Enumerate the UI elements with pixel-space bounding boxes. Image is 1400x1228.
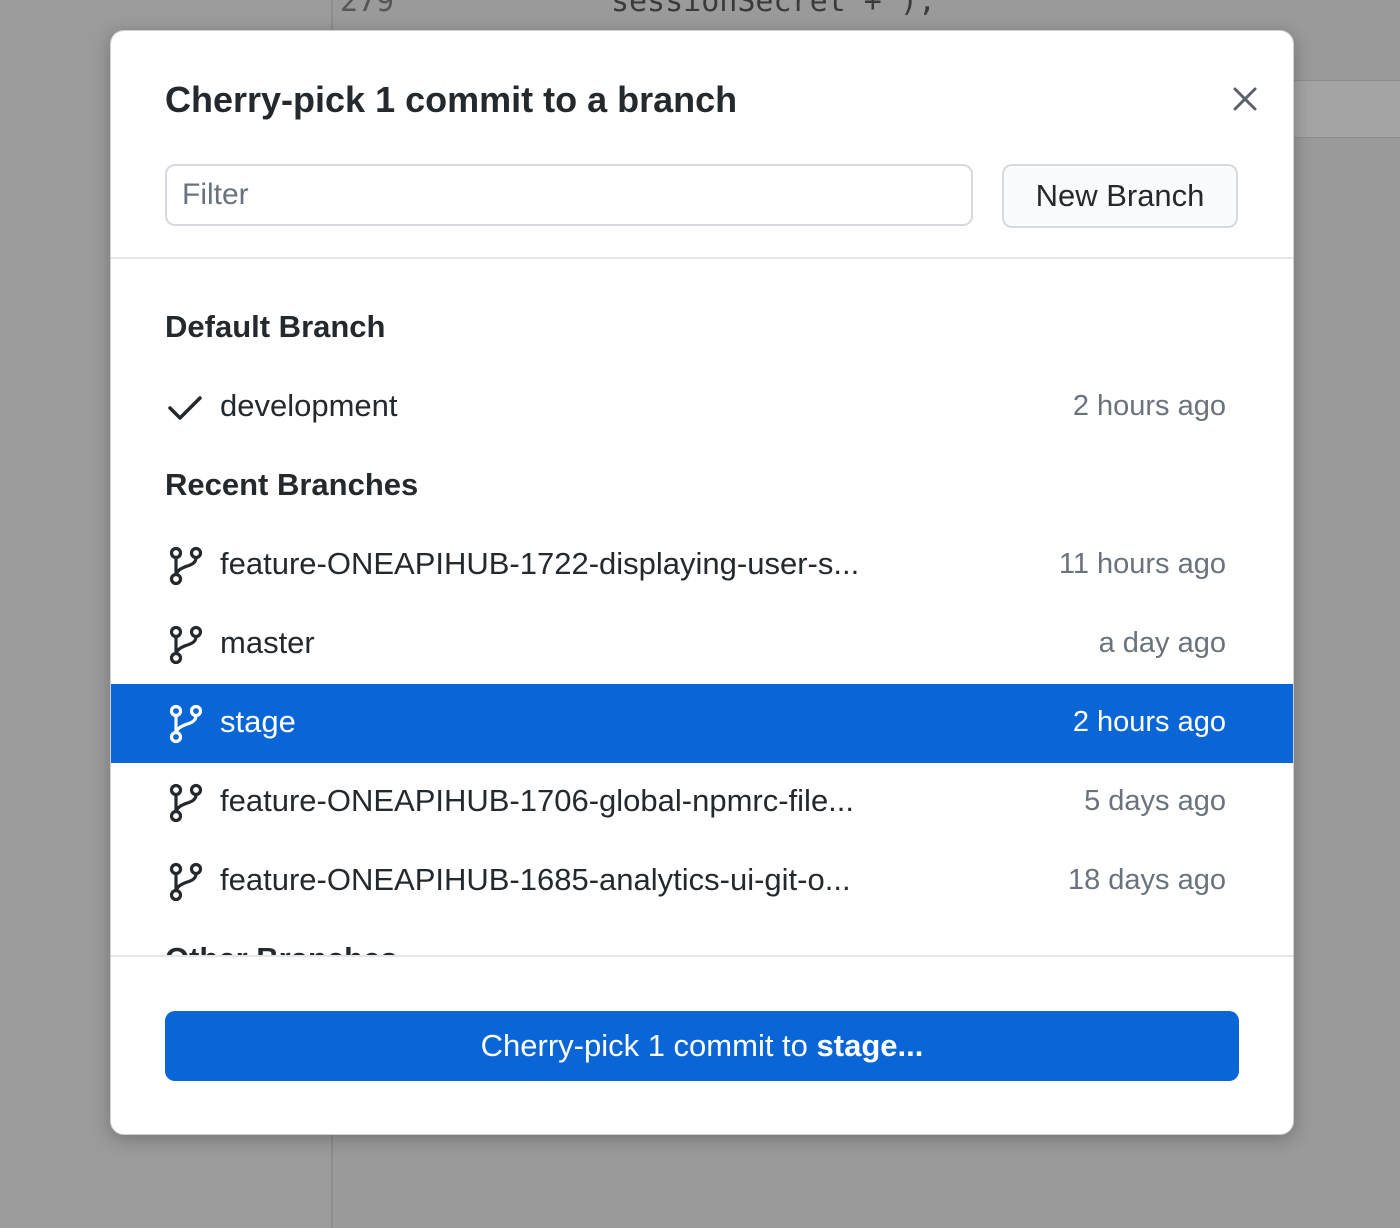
branch-time: 11 hours ago [1058,548,1226,580]
branch-name: master [220,625,315,660]
branch-time: 18 days ago [1067,864,1226,896]
branch-name: feature-ONEAPIHUB-1722-displaying-user-s… [220,546,860,581]
new-branch-button[interactable]: New Branch [1002,164,1238,228]
filter-input[interactable] [165,164,973,226]
background-code-line: 279 sessionSecret'+'), [340,0,936,19]
git-branch-icon [167,704,205,744]
check-icon [167,388,205,428]
git-branch-icon [167,625,205,665]
branch-name: feature-ONEAPIHUB-1706-global-npmrc-file… [220,783,855,818]
cherry-pick-submit-button[interactable]: Cherry-pick 1 commit to stage... [165,1011,1239,1081]
line-number: 279 [340,0,395,19]
code-text: sessionSecret'+'), [610,0,937,19]
branch-row-recent-0[interactable]: feature-ONEAPIHUB-1722-displaying-user-s… [111,526,1293,605]
branch-time: 5 days ago [1084,785,1226,817]
dialog-header: Cherry-pick 1 commit to a branch New Bra… [111,31,1293,259]
close-icon [1233,87,1257,111]
branch-time: 2 hours ago [1072,706,1226,738]
branch-row-default[interactable]: development 2 hours ago [111,368,1293,447]
branch-time: 2 hours ago [1072,390,1226,422]
branch-name: stage [220,704,296,739]
git-branch-icon [167,546,205,586]
section-header-default: Default Branch [165,309,386,344]
cherry-pick-button-prefix: Cherry-pick 1 commit to [480,1028,817,1063]
section-header-other: Other Branches [165,941,398,955]
branch-row-recent-3[interactable]: feature-ONEAPIHUB-1706-global-npmrc-file… [111,763,1293,842]
git-branch-icon [167,862,205,902]
branch-name: feature-ONEAPIHUB-1685-analytics-ui-git-… [220,862,851,897]
dialog-footer: Cherry-pick 1 commit to stage... [111,955,1293,1134]
cherry-pick-dialog: Cherry-pick 1 commit to a branch New Bra… [110,30,1294,1135]
dialog-title: Cherry-pick 1 commit to a branch [165,79,738,120]
cherry-pick-target-branch: stage... [816,1028,924,1063]
branch-list[interactable]: Default Branch development 2 hours ago R… [111,259,1293,955]
branch-row-recent-1[interactable]: master a day ago [111,605,1293,684]
branch-time: a day ago [1098,627,1226,659]
section-header-recent: Recent Branches [165,467,419,502]
close-button[interactable] [1227,81,1263,117]
background-toolbar-strip [1290,80,1400,138]
branch-row-recent-4[interactable]: feature-ONEAPIHUB-1685-analytics-ui-git-… [111,842,1293,921]
branch-row-recent-2-selected[interactable]: stage 2 hours ago [111,684,1293,763]
git-branch-icon [167,783,205,823]
branch-name: development [220,388,398,423]
